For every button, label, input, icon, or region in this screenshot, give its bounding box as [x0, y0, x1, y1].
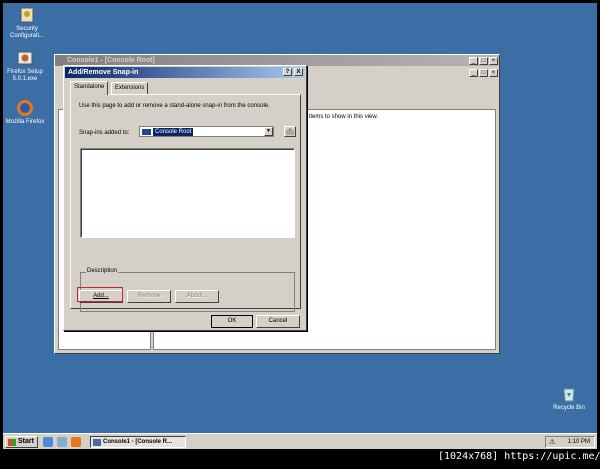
desktop-icon-security-config[interactable]: Security Configurati...: [5, 6, 49, 40]
installer-icon: [16, 49, 34, 67]
taskbar-button-console[interactable]: Console1 - [Console R...: [90, 436, 186, 448]
console-maximize-button[interactable]: □: [479, 57, 488, 65]
console-app-icon: [93, 439, 101, 446]
about-button[interactable]: About...: [175, 290, 219, 303]
taskbar: Start Console1 - [Console R... ⚠ 1:10 PM: [3, 433, 597, 449]
desktop-icon-recycle-bin[interactable]: Recycle Bin: [547, 385, 591, 412]
up-folder-button[interactable]: [284, 126, 296, 137]
desktop-icon-label: Security Configurati...: [9, 26, 45, 39]
snapins-added-to-combo[interactable]: Console Root ▼: [139, 126, 274, 137]
firefox-icon: [16, 99, 34, 117]
start-button[interactable]: Start: [5, 436, 38, 448]
desktop: Security Configurati... Firefox Setup 5.…: [3, 3, 597, 449]
security-configuration-icon: [18, 6, 36, 24]
console-minimize-button[interactable]: _: [469, 57, 478, 65]
combo-selected-value: Console Root: [153, 128, 194, 136]
dialog-help-button[interactable]: ?: [283, 68, 292, 76]
tray-warning-icon[interactable]: ⚠: [549, 438, 555, 448]
up-folder-icon: [286, 128, 294, 135]
add-button-highlight: [77, 287, 123, 302]
console-close-button[interactable]: ×: [489, 57, 498, 65]
cancel-button[interactable]: Cancel: [256, 315, 300, 328]
quick-launch-ie-icon[interactable]: [43, 437, 53, 447]
desktop-icon-label: Firefox Setup 5.0.1.exe: [7, 69, 43, 82]
description-group-label: Description: [86, 268, 119, 274]
folder-icon: [142, 129, 151, 135]
windows-logo-icon: [8, 439, 16, 446]
system-tray: ⚠ 1:10 PM: [545, 436, 595, 448]
tray-clock: 1:10 PM: [567, 439, 590, 445]
console-empty-text: items to show in this view.: [309, 114, 379, 120]
quick-launch-desktop-icon[interactable]: [57, 437, 67, 447]
desktop-icon-mozilla-firefox[interactable]: Mozilla Firefox: [3, 99, 47, 126]
console-title: Console1 - [Console Root]: [67, 57, 155, 64]
remove-button[interactable]: Remove: [127, 290, 171, 303]
dialog-title-bar: Add/Remove Snap-in: [65, 67, 305, 78]
quick-launch-firefox-icon[interactable]: [71, 437, 81, 447]
snapins-added-to-label: Snap-ins added to:: [79, 130, 130, 136]
desktop-icon-label: Mozilla Firefox: [5, 119, 45, 125]
dialog-close-button[interactable]: X: [294, 68, 303, 76]
snapins-listbox[interactable]: [80, 148, 295, 238]
tab-extensions[interactable]: Extensions: [111, 82, 149, 94]
tab-standalone[interactable]: Standalone: [70, 81, 109, 95]
standalone-panel: Use this page to add or remove a stand-a…: [70, 94, 301, 312]
watermark-text: [1024x768] https://upic.me/: [438, 451, 600, 462]
desktop-icon-label: Recycle Bin: [553, 405, 585, 411]
ok-button[interactable]: OK: [211, 315, 253, 328]
dialog-title: Add/Remove Snap-in: [68, 69, 139, 76]
chevron-down-icon[interactable]: ▼: [264, 127, 273, 136]
desktop-icon-firefox-setup[interactable]: Firefox Setup 5.0.1.exe: [3, 49, 47, 83]
recycle-bin-icon: [560, 385, 578, 403]
instruction-text: Use this page to add or remove a stand-a…: [79, 103, 270, 109]
start-label: Start: [18, 438, 34, 445]
taskbar-button-label: Console1 - [Console R...: [103, 439, 173, 445]
